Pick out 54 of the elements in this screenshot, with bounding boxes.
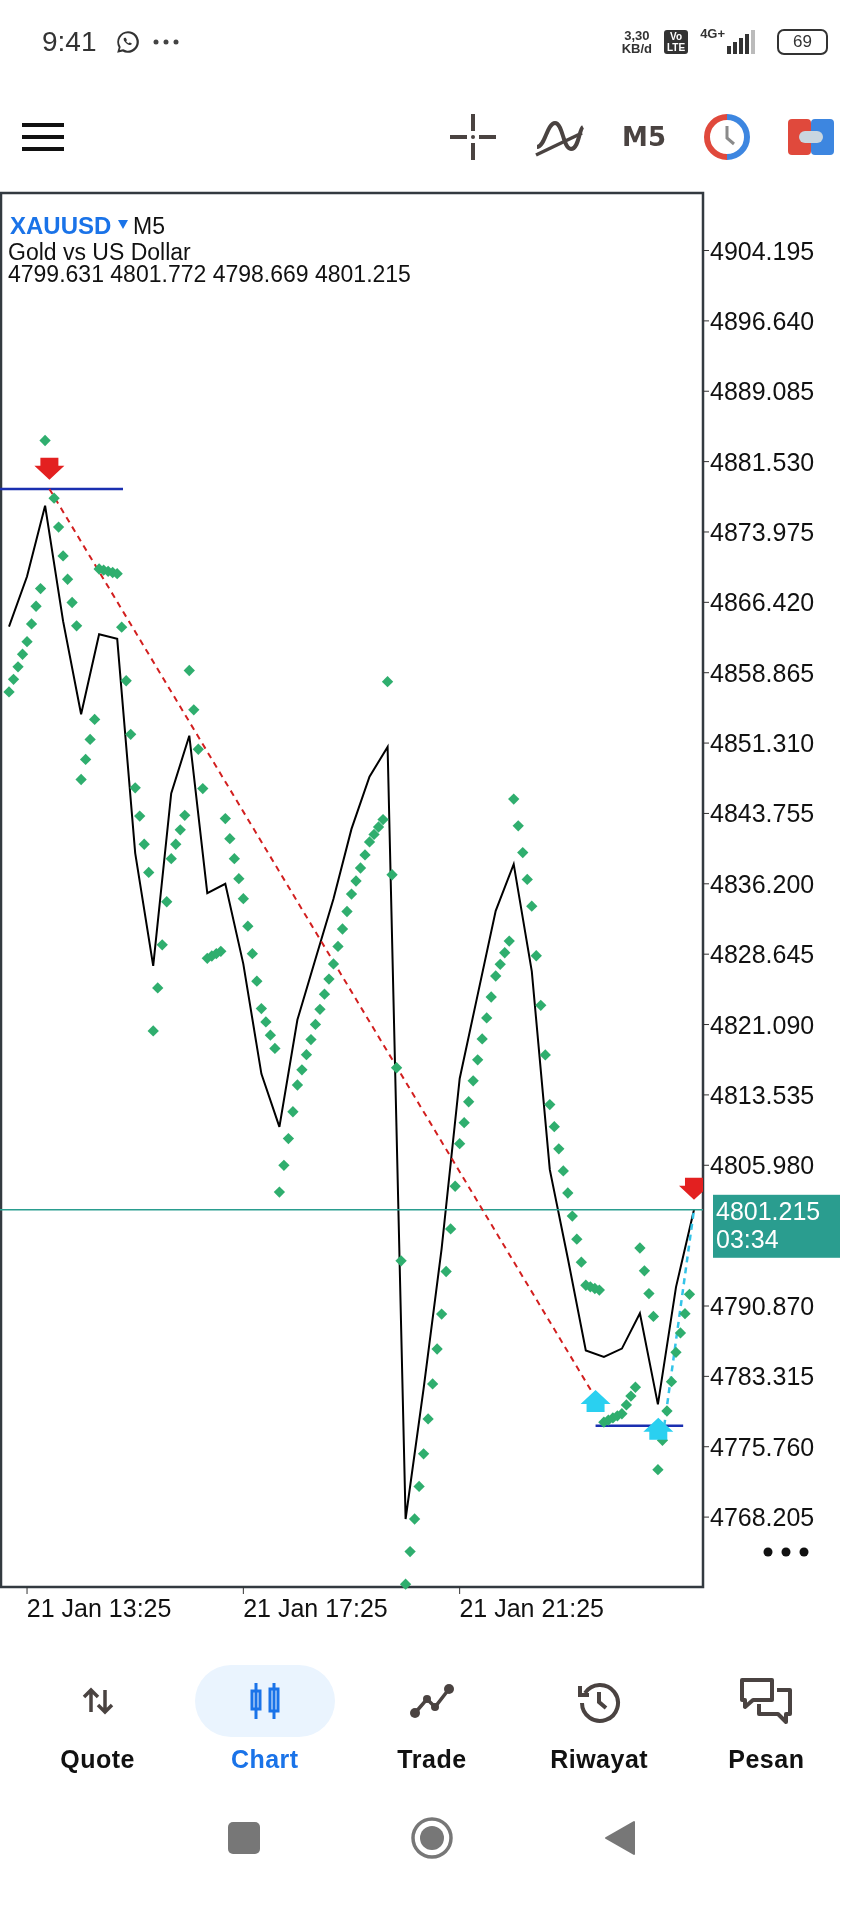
- home-icon[interactable]: [410, 1815, 454, 1860]
- y-tick-label: 4851.310: [710, 729, 815, 758]
- chart-timeframe: M5: [133, 213, 165, 239]
- sell-arrow-icon: [679, 1177, 703, 1200]
- volte-badge: Vo LTE: [664, 30, 689, 54]
- y-tick-label: 4813.535: [710, 1080, 815, 1109]
- crosshair-icon[interactable]: [450, 114, 497, 160]
- y-tick-label: 4836.200: [710, 869, 815, 898]
- nav-tab[interactable]: Riwayat: [524, 1665, 675, 1785]
- buy-arrow-icon: [643, 1417, 674, 1440]
- nav-tab[interactable]: Trade: [356, 1665, 507, 1785]
- speed-unit: KB/d: [621, 42, 652, 55]
- network-type: 4G+: [700, 26, 726, 41]
- dropdown-icon[interactable]: [118, 220, 128, 229]
- y-tick-label: 4805.980: [710, 1151, 815, 1180]
- menu-icon[interactable]: [22, 123, 64, 151]
- x-axis: 21 Jan 13:25 21 Jan 17:25 21 Jan 21:25: [26, 1586, 605, 1622]
- clock-icon[interactable]: [704, 114, 750, 160]
- sell-arrow-icon: [34, 457, 65, 480]
- y-tick-label: 4775.760: [710, 1432, 815, 1461]
- y-tick-label: 4821.090: [710, 1010, 815, 1039]
- y-tick-label: 4904.195: [710, 236, 815, 265]
- x-tick-label: 21 Jan 17:25: [243, 1594, 388, 1622]
- price-label: 4801.215 03:34: [713, 1194, 840, 1258]
- trend-line-icon: [408, 1683, 455, 1719]
- battery-indicator: 69: [777, 29, 828, 55]
- y-tick-label: 4858.865: [710, 658, 815, 687]
- symbol-name[interactable]: XAUUSD: [10, 212, 112, 239]
- y-tick-label: 4790.870: [710, 1292, 815, 1320]
- y-tick-label: 4768.205: [710, 1503, 815, 1532]
- x-tick-label: 21 Jan 21:25: [459, 1594, 605, 1622]
- buy-arrow-icon: [580, 1389, 611, 1412]
- y-tick-label: 4828.645: [710, 940, 815, 969]
- clock-time: 9:41: [42, 26, 97, 58]
- y-tick-label: 4896.640: [710, 306, 815, 335]
- network-speed: 3,30: [624, 29, 650, 42]
- more-icon: [152, 39, 179, 45]
- y-tick-label: 4881.530: [710, 447, 815, 476]
- y-tick-label: 4783.315: [710, 1362, 815, 1391]
- signal-icon: [727, 30, 758, 54]
- toggle-icon[interactable]: [788, 119, 834, 155]
- back-icon[interactable]: [604, 1819, 636, 1856]
- chat-icon: [739, 1676, 794, 1726]
- recents-icon[interactable]: [228, 1821, 260, 1854]
- more-icon[interactable]: [763, 1547, 809, 1557]
- x-tick-label: 21 Jan 13:25: [26, 1594, 172, 1622]
- y-tick-label: 4873.975: [710, 517, 815, 546]
- chat-bubble-icon: [114, 29, 141, 55]
- timeframe-button[interactable]: M5: [622, 122, 666, 152]
- nav-tab[interactable]: Pesan: [691, 1665, 842, 1785]
- y-tick-label: 4843.755: [710, 799, 815, 828]
- y-tick-label: 4889.085: [710, 377, 815, 406]
- nav-tab[interactable]: Quote: [22, 1665, 173, 1785]
- y-tick-label: 4866.420: [710, 588, 815, 617]
